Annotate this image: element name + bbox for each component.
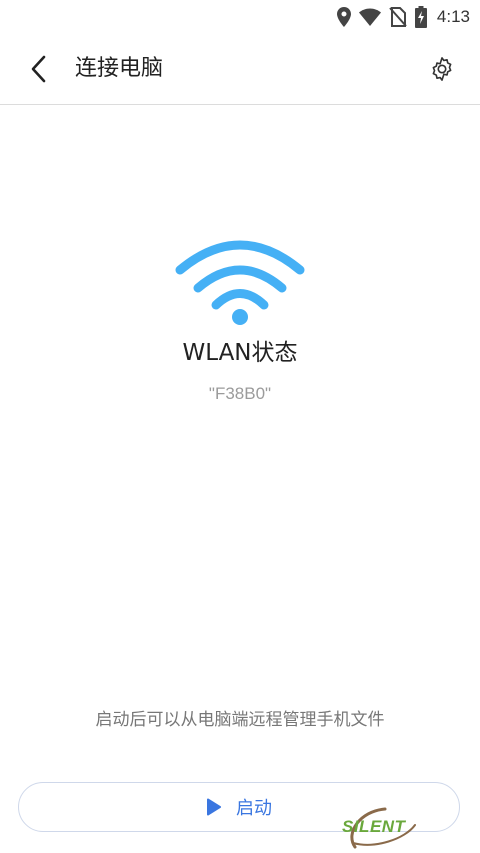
page-title: 连接电脑 (75, 56, 164, 81)
wifi-icon (175, 240, 305, 325)
gear-icon (432, 57, 452, 81)
hint-text: 启动后可以从电脑端远程管理手机文件 (95, 710, 385, 730)
app-bar: 连接电脑 (0, 34, 480, 105)
back-button[interactable] (22, 51, 58, 87)
play-icon (206, 798, 222, 816)
start-button-label: 启动 (236, 798, 272, 819)
no-sim-icon (389, 7, 407, 27)
settings-button[interactable] (428, 55, 456, 83)
wlan-status-title: WLAN状态 (182, 340, 298, 366)
location-icon (336, 7, 351, 27)
watermark-logo: SILENT (335, 803, 425, 853)
status-bar: 4:13 (0, 0, 480, 34)
wifi-signal-icon (358, 8, 381, 26)
battery-charging-icon (414, 6, 427, 28)
status-time: 4:13 (436, 7, 470, 26)
wifi-ssid: "F38B0" (208, 384, 272, 403)
status-icons: 4:13 (336, 4, 470, 30)
watermark-text: SILENT (342, 817, 406, 836)
chevron-left-icon (31, 55, 46, 83)
